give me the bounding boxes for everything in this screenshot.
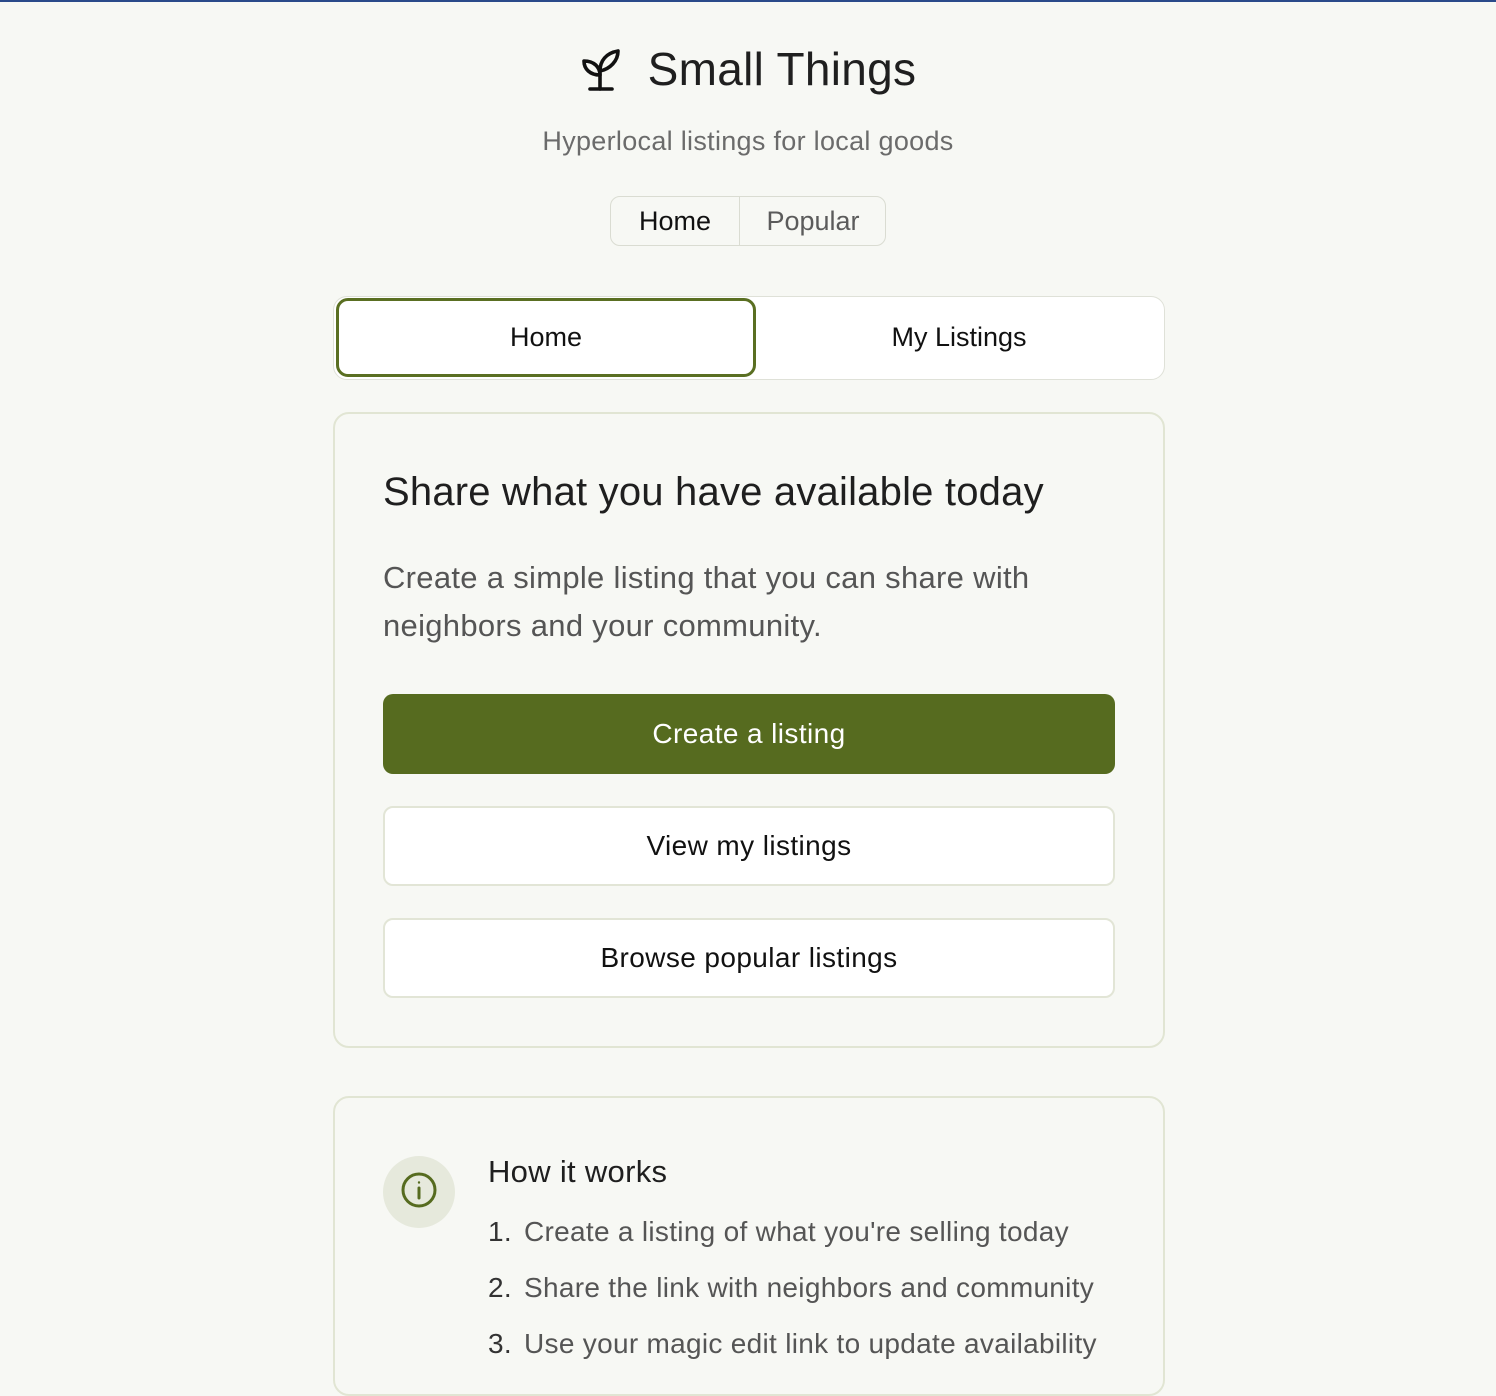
view-my-listings-button[interactable]: View my listings — [383, 806, 1115, 886]
step-text: Create a listing of what you're selling … — [524, 1216, 1069, 1247]
segmented-tabs: Home My Listings — [333, 296, 1165, 380]
info-icon — [400, 1171, 438, 1214]
tab-my-listings[interactable]: My Listings — [754, 297, 1164, 378]
step-text: Use your magic edit link to update avail… — [524, 1328, 1097, 1359]
list-item: 1. Create a listing of what you're sellin… — [488, 1210, 1097, 1266]
tab-home[interactable]: Home — [336, 298, 756, 377]
top-nav-home[interactable]: Home — [611, 197, 740, 245]
how-it-works-card: How it works 1. Create a listing of what … — [333, 1096, 1165, 1396]
logo[interactable]: Small Things — [580, 42, 917, 96]
app-header: Small Things — [0, 42, 1496, 96]
list-item: 2. Share the link with neighbors and comm… — [488, 1266, 1097, 1322]
app-title: Small Things — [647, 43, 917, 95]
how-it-works-title: How it works — [488, 1154, 668, 1189]
share-card-heading: Share what you have available today — [383, 470, 1044, 514]
share-card-description: Create a simple listing that you can sha… — [383, 560, 1030, 643]
app-subtitle: Hyperlocal listings for local goods — [542, 126, 954, 156]
top-nav-popular[interactable]: Popular — [740, 197, 885, 245]
browse-popular-listings-button[interactable]: Browse popular listings — [383, 918, 1115, 998]
create-listing-button[interactable]: Create a listing — [383, 694, 1115, 774]
step-text: Share the link with neighbors and commun… — [524, 1272, 1095, 1303]
step-number: 3. — [488, 1328, 512, 1359]
share-card: Share what you have available today Crea… — [333, 412, 1165, 1048]
info-icon-badge — [383, 1156, 455, 1228]
step-number: 2. — [488, 1272, 512, 1303]
list-item: 3. Use your magic edit link to update ava… — [488, 1322, 1097, 1378]
top-nav: Home Popular — [610, 196, 886, 246]
how-it-works-steps: 1. Create a listing of what you're sellin… — [488, 1210, 1097, 1378]
sprout-icon — [580, 45, 624, 93]
step-number: 1. — [488, 1216, 512, 1247]
